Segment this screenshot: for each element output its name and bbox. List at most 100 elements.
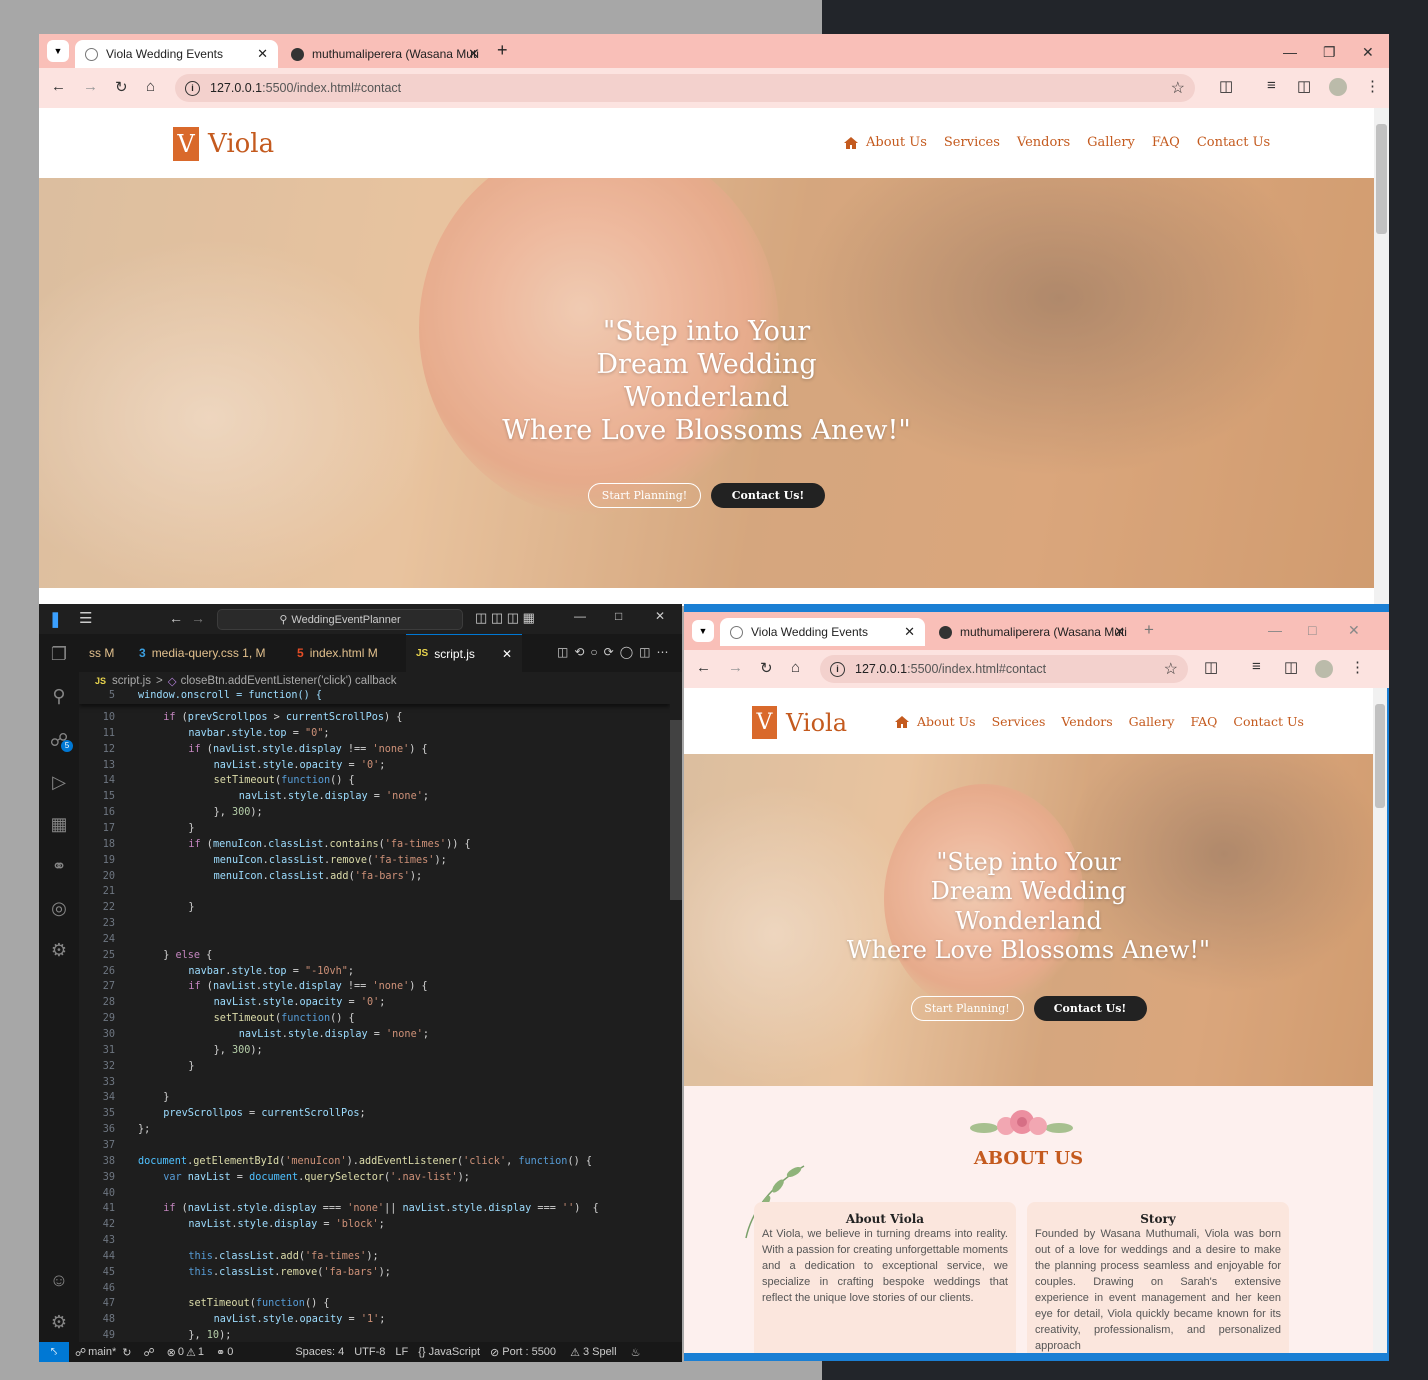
side-panel-icon[interactable]: ◫ <box>1284 658 1298 676</box>
extensions-icon[interactable]: ▦ <box>49 814 69 834</box>
indentation[interactable]: Spaces: 4 <box>295 1346 344 1358</box>
profile-avatar[interactable] <box>1315 660 1333 678</box>
nav-faq[interactable]: FAQ <box>1152 135 1180 150</box>
reload-icon[interactable]: ↻ <box>115 78 128 96</box>
menu-icon[interactable]: ⋮ <box>1365 77 1380 95</box>
start-planning-button[interactable]: Start Planning! <box>910 996 1024 1021</box>
testing-icon[interactable]: ⚙ <box>49 940 69 960</box>
back-icon[interactable]: ← <box>51 78 66 95</box>
run-debug-icon[interactable]: ▷ <box>49 772 69 792</box>
maximize-icon[interactable]: □ <box>1308 622 1316 638</box>
home-icon[interactable]: ⌂ <box>791 659 800 676</box>
pr-icon[interactable]: ☍ <box>143 1346 154 1359</box>
side-panel-icon[interactable]: ◫ <box>1297 77 1311 95</box>
notifications-icon[interactable]: ♨ <box>631 1346 641 1359</box>
scroll-thumb[interactable] <box>1376 124 1387 234</box>
branch-name[interactable]: main* <box>88 1346 116 1358</box>
editor-tab-active[interactable]: JS script.js ✕ <box>406 634 522 672</box>
explorer-icon[interactable]: ❐ <box>49 644 69 664</box>
sync-icon[interactable]: ↻ <box>122 1346 131 1359</box>
eol[interactable]: LF <box>395 1346 408 1358</box>
error-count[interactable]: 0 <box>178 1346 184 1358</box>
menu-icon[interactable]: ⋮ <box>1350 658 1365 676</box>
breadcrumb-symbol[interactable]: closeBtn.addEventListener('click') callb… <box>181 675 397 687</box>
close-window-icon[interactable]: ✕ <box>1362 44 1374 61</box>
close-tab-icon[interactable]: ✕ <box>468 46 479 62</box>
bookmark-star-icon[interactable]: ☆ <box>1164 659 1178 679</box>
site-info-icon[interactable]: i <box>830 661 845 677</box>
site-logo[interactable]: V Viola <box>752 706 847 739</box>
bookmark-star-icon[interactable]: ☆ <box>1171 78 1185 98</box>
menu-icon[interactable]: ☰ <box>79 609 92 627</box>
remote-explorer-icon[interactable]: ◎ <box>49 898 69 918</box>
site-logo[interactable]: V Viola <box>173 127 274 161</box>
encoding[interactable]: UTF-8 <box>354 1346 385 1358</box>
ports-count[interactable]: 0 <box>227 1346 233 1358</box>
tab-github[interactable]: muthumaliperera (Wasana Muti ✕ <box>281 40 489 68</box>
editor-actions[interactable]: ◫⟲○⟳◯◫⋯ <box>557 645 674 659</box>
tab-viola[interactable]: Viola Wedding Events ✕ <box>720 618 925 646</box>
reading-list-icon[interactable]: ≡ <box>1252 658 1261 675</box>
forward-icon[interactable]: → <box>728 659 743 676</box>
contact-us-button[interactable]: Contact Us! <box>711 483 825 508</box>
nav-gallery[interactable]: Gallery <box>1087 135 1135 150</box>
profile-avatar[interactable] <box>1329 78 1347 96</box>
site-info-icon[interactable]: i <box>185 80 200 96</box>
tab-search-button[interactable]: ▼ <box>692 620 714 642</box>
nav-contact[interactable]: Contact Us <box>1233 714 1304 729</box>
spell-status[interactable]: 3 Spell <box>583 1346 617 1358</box>
reading-list-icon[interactable]: ≡ <box>1267 77 1276 94</box>
address-bar[interactable]: i 127.0.0.1:5500/index.html#contact ☆ <box>820 655 1188 683</box>
scroll-thumb[interactable] <box>670 720 682 900</box>
command-center[interactable]: ⚲ WeddingEventPlanner <box>217 609 463 630</box>
extensions-icon[interactable]: ◫ <box>1219 77 1233 95</box>
live-server-port[interactable]: Port : 5500 <box>502 1346 556 1358</box>
tab-viola[interactable]: Viola Wedding Events ✕ <box>75 40 278 68</box>
page-scrollbar[interactable] <box>1374 108 1389 606</box>
close-window-icon[interactable]: ✕ <box>1348 622 1360 639</box>
forward-icon[interactable]: → <box>191 610 205 626</box>
scroll-thumb[interactable] <box>1375 704 1385 808</box>
nav-faq[interactable]: FAQ <box>1191 714 1218 729</box>
contact-us-button[interactable]: Contact Us! <box>1033 996 1147 1021</box>
back-icon[interactable]: ← <box>169 610 183 626</box>
git-graph-icon[interactable]: ⚭ <box>49 856 69 876</box>
maximize-icon[interactable]: □ <box>615 609 622 623</box>
nav-vendors[interactable]: Vendors <box>1061 714 1112 729</box>
minimize-icon[interactable]: — <box>1268 622 1282 638</box>
home-icon[interactable]: ⌂ <box>146 78 155 95</box>
tab-search-button[interactable]: ▼ <box>47 40 69 62</box>
nav-about[interactable]: About Us <box>866 135 927 150</box>
page-scrollbar[interactable] <box>1373 688 1387 1353</box>
back-icon[interactable]: ← <box>696 659 711 676</box>
search-icon[interactable]: ⚲ <box>49 686 69 706</box>
nav-gallery[interactable]: Gallery <box>1129 714 1175 729</box>
close-tab-icon[interactable]: ✕ <box>257 46 268 62</box>
editor-tab[interactable]: 3 media-query.css 1, M <box>129 634 279 672</box>
minimize-icon[interactable]: — <box>574 609 586 623</box>
new-tab-button[interactable]: + <box>497 40 508 61</box>
account-icon[interactable]: ☺ <box>49 1270 69 1290</box>
code-editor[interactable]: 5 window.onscroll = function() { 10 if (p… <box>79 690 670 1342</box>
nav-vendors[interactable]: Vendors <box>1017 135 1070 150</box>
new-tab-button[interactable]: + <box>1144 620 1154 640</box>
breadcrumb-file[interactable]: script.js <box>112 675 151 687</box>
close-tab-icon[interactable]: ✕ <box>904 624 915 640</box>
editor-tab[interactable]: ss M <box>79 634 127 672</box>
address-bar[interactable]: i 127.0.0.1:5500/index.html#contact ☆ <box>175 74 1195 102</box>
restore-icon[interactable]: ❐ <box>1323 44 1336 61</box>
reload-icon[interactable]: ↻ <box>760 659 773 677</box>
language-mode[interactable]: {} JavaScript <box>418 1346 480 1358</box>
minimize-icon[interactable]: — <box>1283 44 1297 60</box>
close-tab-icon[interactable]: ✕ <box>1114 624 1125 640</box>
close-window-icon[interactable]: ✕ <box>655 609 665 623</box>
close-tab-icon[interactable]: ✕ <box>502 647 512 661</box>
editor-tab[interactable]: 5 index.html M <box>287 634 402 672</box>
editor-scrollbar[interactable] <box>670 690 682 1342</box>
tab-github[interactable]: muthumaliperera (Wasana Muti ✕ <box>929 618 1135 646</box>
nav-services[interactable]: Services <box>944 135 1000 150</box>
warning-count[interactable]: 1 <box>198 1346 204 1358</box>
settings-gear-icon[interactable]: ⚙ <box>49 1312 69 1332</box>
nav-contact[interactable]: Contact Us <box>1197 135 1270 150</box>
nav-about[interactable]: About Us <box>917 714 976 729</box>
